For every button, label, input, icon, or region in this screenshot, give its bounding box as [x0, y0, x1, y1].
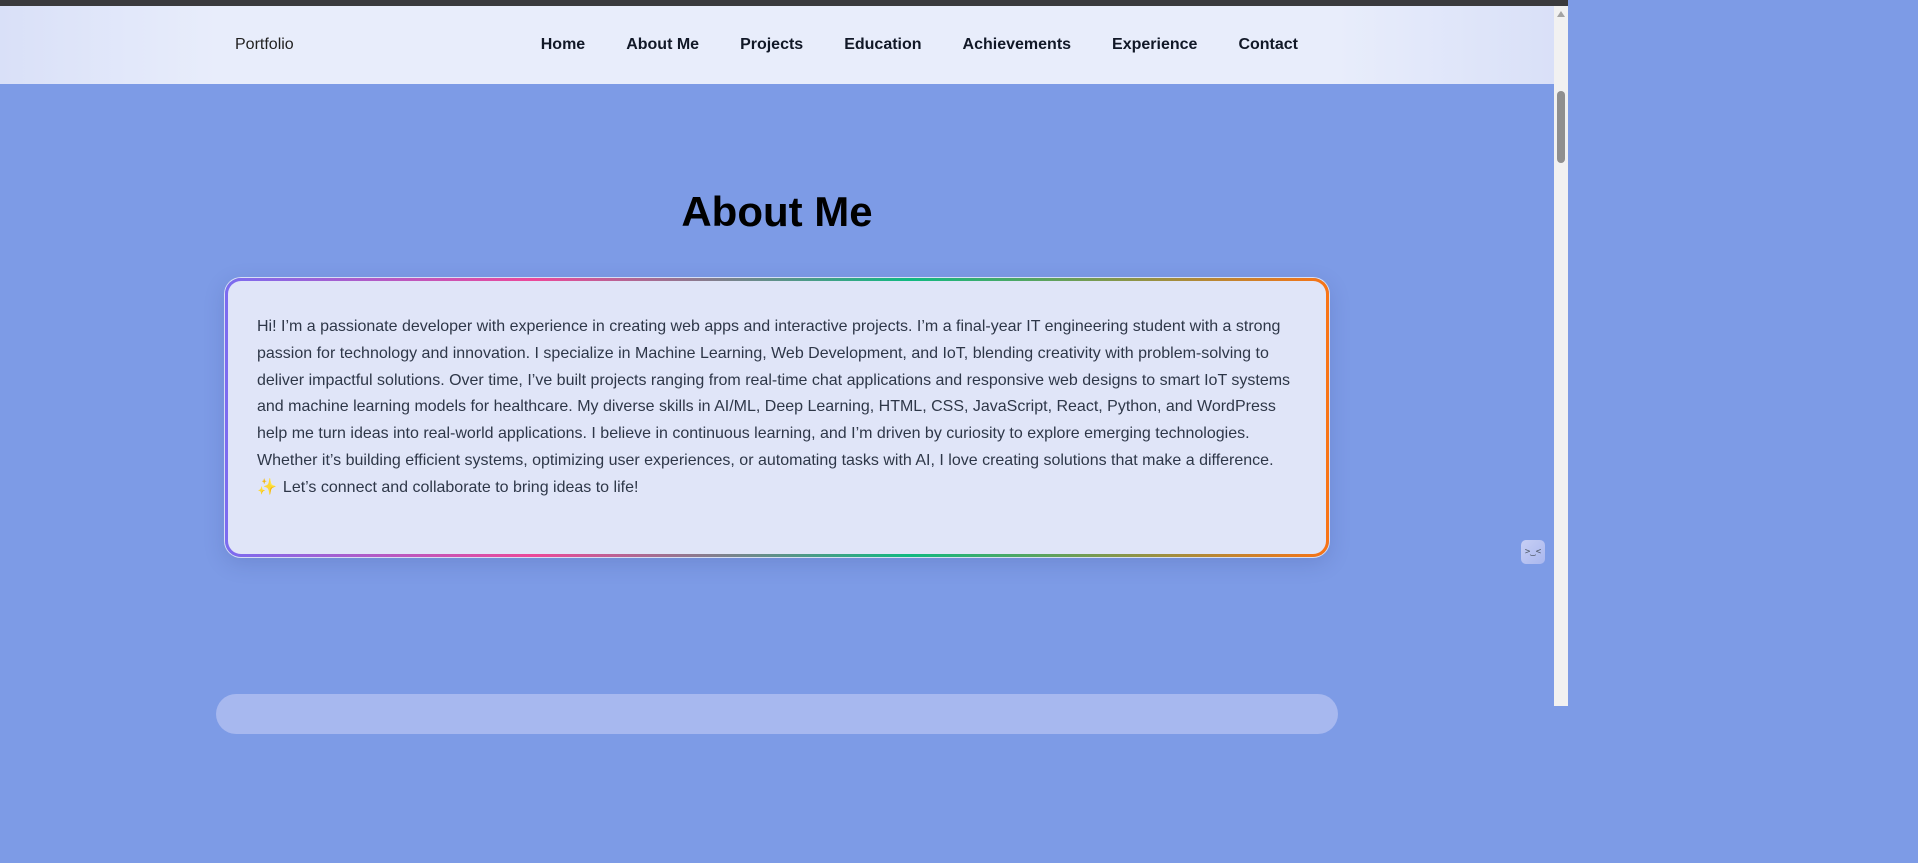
call-to-action-text: Let’s connect and collaborate to bring i… — [282, 478, 639, 496]
nav-link-experience[interactable]: Experience — [1112, 36, 1197, 54]
about-description: Hi! I’m a passionate developer with expe… — [257, 318, 1291, 469]
scrollbar-thumb[interactable] — [1557, 91, 1565, 163]
section-title: About Me — [681, 188, 873, 235]
nav-link-achievements[interactable]: Achievements — [963, 36, 1072, 54]
nav-link-home[interactable]: Home — [541, 36, 585, 54]
page-scrollbar[interactable] — [1554, 6, 1568, 706]
sparkle-icon: ✨ — [257, 478, 277, 496]
about-card: Hi! I’m a passionate developer with expe… — [225, 278, 1329, 557]
scroll-up-arrow-icon[interactable] — [1557, 11, 1565, 17]
next-section-card — [216, 694, 1338, 734]
nav-links: Home About Me Projects Education Achieve… — [541, 6, 1298, 84]
navbar: Portfolio Home About Me Projects Educati… — [0, 6, 1554, 84]
nav-link-projects[interactable]: Projects — [740, 36, 803, 54]
chat-widget-icon[interactable]: >‿< — [1521, 540, 1545, 564]
about-card-content: Hi! I’m a passionate developer with expe… — [228, 281, 1326, 554]
nav-link-education[interactable]: Education — [844, 36, 921, 54]
call-to-action: ✨ Let’s connect and collaborate to bring … — [257, 475, 1297, 502]
nav-link-contact[interactable]: Contact — [1238, 36, 1298, 54]
nav-link-about-me[interactable]: About Me — [626, 36, 699, 54]
brand-logo-link[interactable]: Portfolio — [235, 6, 294, 84]
